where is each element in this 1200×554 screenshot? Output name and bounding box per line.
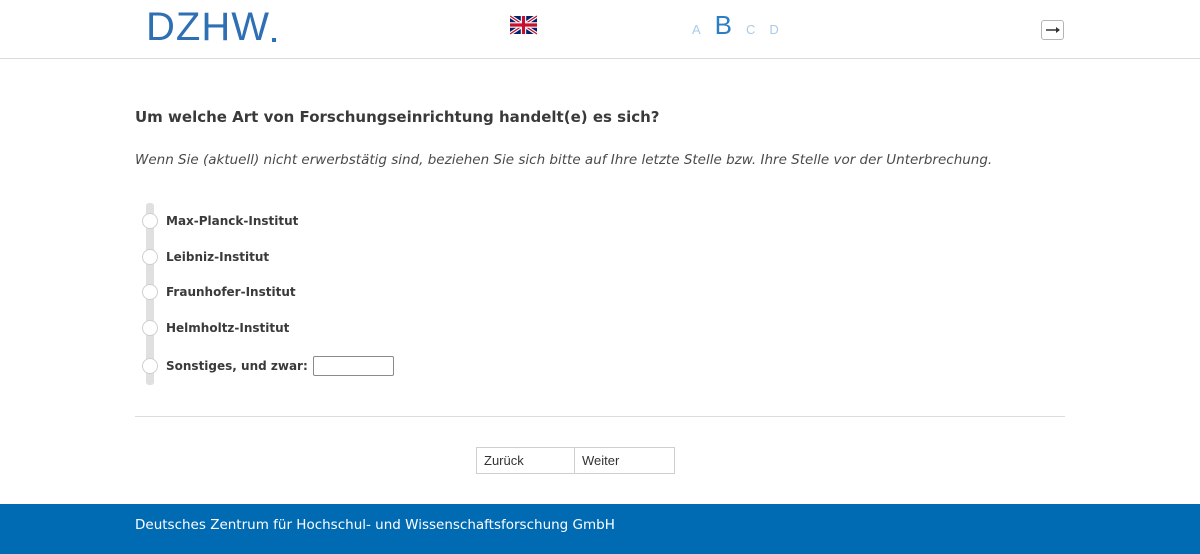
section-d: D [769,22,779,37]
option-label: Sonstiges, und zwar: [166,359,308,373]
option-leibniz[interactable]: Leibniz-Institut [142,248,269,266]
uk-flag-icon[interactable] [510,15,537,35]
navigation-buttons: Zurück Weiter [476,447,675,474]
footer: Deutsches Zentrum für Hochschul- und Wis… [0,504,1200,554]
section-a: A [692,22,701,37]
radio-button[interactable] [142,249,158,265]
other-text-input[interactable] [312,356,394,376]
option-other[interactable]: Sonstiges, und zwar: [142,356,394,376]
dzhw-logo: DZHW [146,6,276,48]
option-label: Max-Planck-Institut [166,214,299,228]
radio-button[interactable] [142,320,158,336]
exit-button[interactable] [1041,20,1064,40]
logo-dot [271,38,276,42]
section-indicator: A B C D [692,10,793,41]
exit-arrow-icon [1046,27,1060,33]
question-instruction: Wenn Sie (aktuell) nicht erwerbstätig si… [135,152,993,168]
logo-text: DZHW [146,5,270,49]
footer-text: Deutsches Zentrum für Hochschul- und Wis… [135,517,615,533]
back-button[interactable]: Zurück [476,447,575,474]
next-button[interactable]: Weiter [575,447,675,474]
option-label: Leibniz-Institut [166,250,270,264]
radio-button[interactable] [142,358,158,374]
section-b-active: B [714,10,733,40]
option-label: Helmholtz-Institut [166,321,290,335]
section-c: C [746,22,756,37]
divider [135,416,1065,417]
option-helmholtz[interactable]: Helmholtz-Institut [142,319,289,337]
header: DZHW A B C D [0,0,1200,59]
question-title: Um welche Art von Forschungseinrichtung … [135,108,660,126]
option-label: Fraunhofer-Institut [166,285,296,299]
option-max-planck[interactable]: Max-Planck-Institut [142,212,298,230]
radio-button[interactable] [142,284,158,300]
option-fraunhofer[interactable]: Fraunhofer-Institut [142,283,296,301]
radio-button[interactable] [142,213,158,229]
answer-options: Max-Planck-Institut Leibniz-Institut Fra… [142,203,542,385]
